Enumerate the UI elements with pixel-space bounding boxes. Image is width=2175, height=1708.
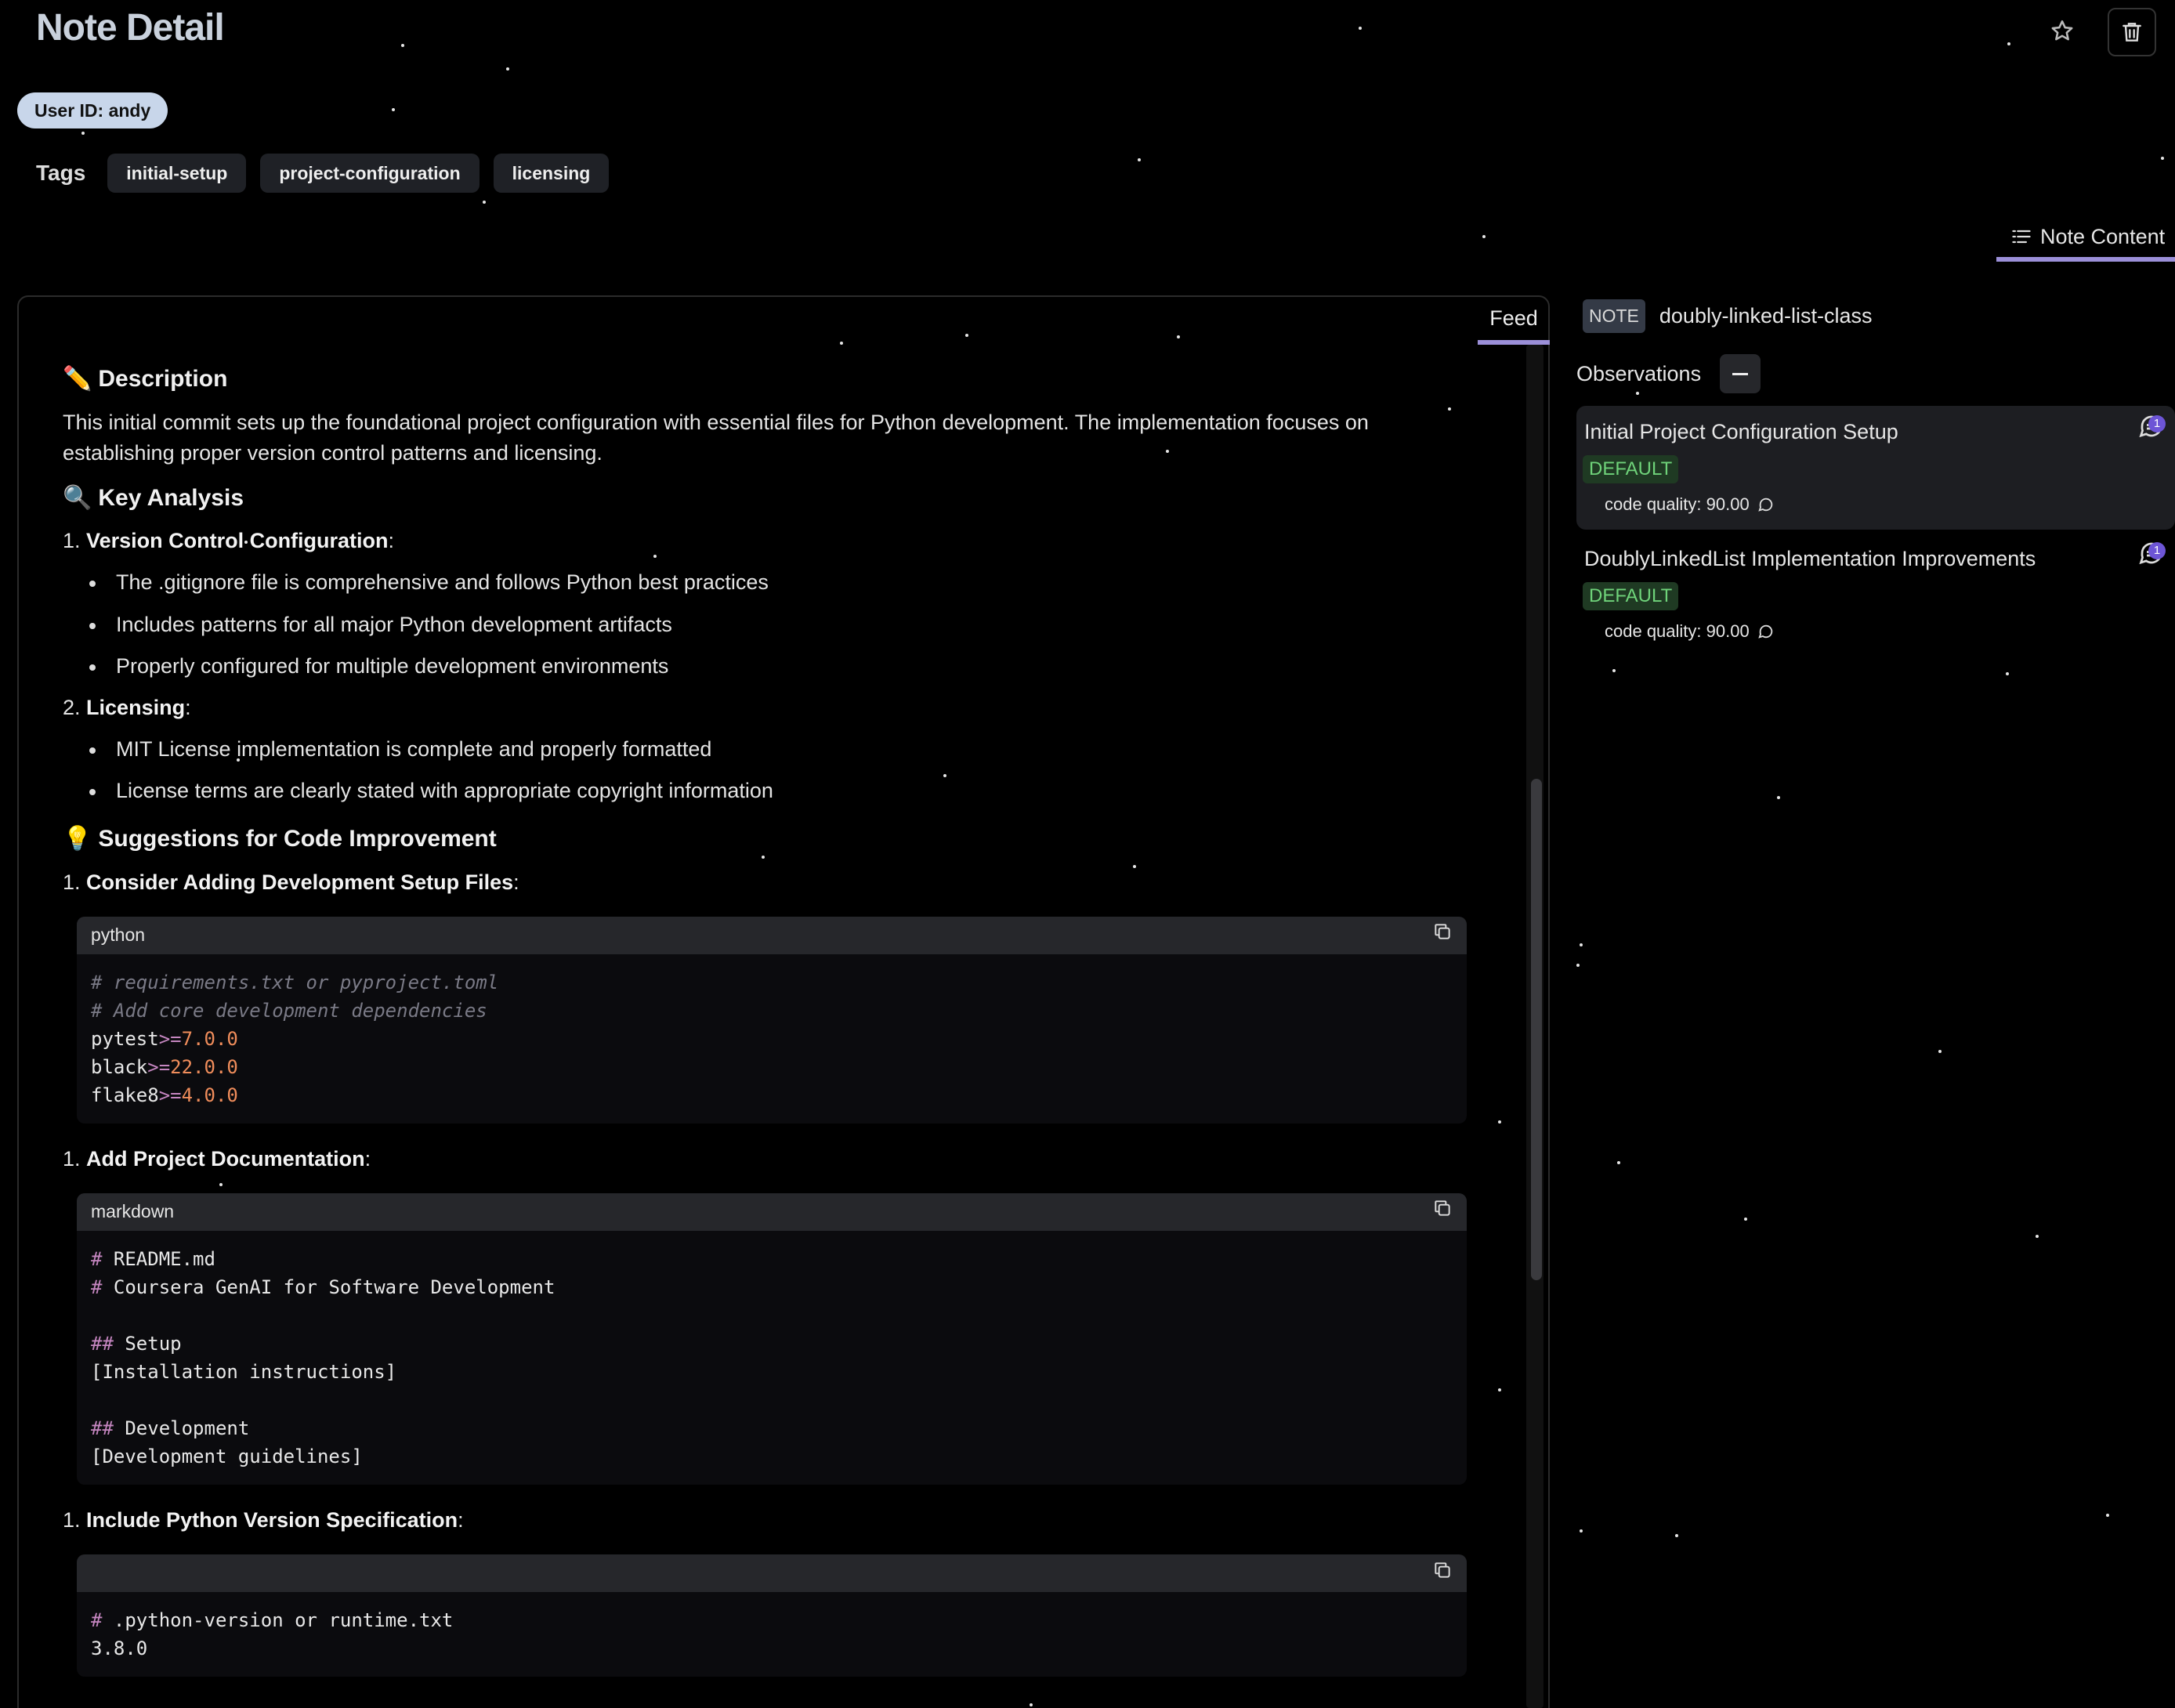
list-item: Includes patterns for all major Python d…: [63, 610, 1465, 640]
tab-note-content-label: Note Content: [2040, 224, 2166, 248]
tab-note-content[interactable]: Note Content: [1996, 216, 2175, 262]
note-name: doubly-linked-list-class: [1659, 304, 1873, 327]
tag-chip[interactable]: initial-setup: [107, 154, 247, 193]
code-line: pytest>=7.0.0: [91, 1027, 238, 1050]
suggestion-item: 1. Add Project Documentation:: [63, 1146, 371, 1171]
status-badge: DEFAULT: [1583, 455, 1679, 483]
feed-scrollbar-thumb[interactable]: [1531, 779, 1542, 1280]
magnifier-icon: 🔍: [63, 484, 92, 511]
tag-chip[interactable]: project-configuration: [260, 154, 480, 193]
copy-button[interactable]: [1432, 1560, 1453, 1587]
status-badge: DEFAULT: [1583, 582, 1679, 610]
comment-count-badge: 1: [2148, 415, 2166, 432]
suggestion-item: 1. Consider Adding Development Setup Fil…: [63, 870, 519, 894]
copy-icon: [1435, 1200, 1450, 1217]
minus-icon: [1732, 372, 1749, 375]
metric-text: code quality: 90.00: [1605, 621, 1750, 641]
lightbulb-icon: 💡: [63, 826, 92, 852]
copy-button[interactable]: [1432, 921, 1453, 949]
trash-icon: [2123, 23, 2141, 42]
code-line: black>=22.0.0: [91, 1055, 238, 1078]
comments-button[interactable]: 1: [2137, 539, 2169, 570]
key-analysis-heading: 🔍 Key Analysis: [63, 481, 1465, 516]
note-chip: NOTE: [1583, 299, 1645, 333]
observations-label: Observations: [1576, 361, 1702, 385]
code-header: [77, 1554, 1467, 1593]
code-line: flake8>=4.0.0: [91, 1084, 238, 1106]
code-block: python # requirements.txt or pyproject.t…: [77, 916, 1467, 1124]
metric-text: code quality: 90.00: [1605, 494, 1750, 514]
copy-button[interactable]: [1432, 1198, 1453, 1225]
list-item: MIT License implementation is complete a…: [63, 734, 1465, 765]
note-header: NOTE doubly-linked-list-class: [1583, 299, 1873, 333]
code-body: # README.md # Coursera GenAI for Softwar…: [91, 1248, 556, 1468]
comment-count-badge: 1: [2148, 542, 2166, 559]
user-id-badge: User ID: andy: [17, 92, 168, 128]
analysis-item: 2. Licensing:: [63, 695, 191, 719]
code-body: # .python-version or runtime.txt 3.8.0: [91, 1609, 454, 1660]
code-body: # requirements.txt or pyproject.toml # A…: [91, 971, 499, 1106]
code-block: markdown # README.md # Coursera GenAI fo…: [77, 1193, 1467, 1485]
observations-header: Observations: [1576, 354, 1761, 393]
tags-label: Tags: [36, 161, 86, 185]
list-item: The .gitignore file is comprehensive and…: [63, 567, 1465, 598]
star-icon: [2051, 20, 2073, 41]
code-block: # .python-version or runtime.txt 3.8.0: [77, 1554, 1467, 1677]
comments-button[interactable]: 1: [2137, 412, 2169, 443]
analysis-bullets: The .gitignore file is comprehensive and…: [63, 567, 1465, 681]
comment-icon: [1758, 498, 1772, 512]
tag-chip[interactable]: licensing: [493, 154, 610, 193]
tab-feed[interactable]: Feed: [1478, 304, 1550, 345]
delete-button[interactable]: [2108, 8, 2156, 56]
suggestion-item: 1. Include Python Version Specification:: [63, 1508, 464, 1532]
code-header: markdown: [77, 1193, 1467, 1232]
code-header: python: [77, 916, 1467, 954]
list-item: License terms are clearly stated with ap…: [63, 776, 1465, 806]
copy-icon: [1435, 924, 1450, 939]
description-heading: ✏️ Description: [63, 362, 1465, 396]
collapse-observations-button[interactable]: [1720, 354, 1761, 393]
tags-row: Tags initial-setup project-configuration…: [36, 154, 610, 193]
analysis-bullets: MIT License implementation is complete a…: [63, 734, 1465, 806]
copy-icon: [1435, 1561, 1450, 1578]
suggestions-heading: 💡 Suggestions for Code Improvement: [63, 822, 1465, 856]
observation-title: DoublyLinkedList Implementation Improvem…: [1584, 547, 2036, 570]
metric-row: code quality: 90.00: [1605, 494, 2167, 515]
observation-card[interactable]: DoublyLinkedList Implementation Improvem…: [1576, 533, 2175, 657]
observation-title: Initial Project Configuration Setup: [1584, 420, 1898, 443]
list-icon: [2012, 230, 2031, 244]
feed-content: ✏️ Description This initial commit sets …: [63, 362, 1467, 1697]
description-text: This initial commit sets up the foundati…: [63, 410, 1369, 465]
observation-card[interactable]: Initial Project Configuration Setup DEFA…: [1576, 406, 2175, 530]
list-item: Properly configured for multiple develop…: [63, 651, 1465, 682]
favorite-button[interactable]: [2042, 11, 2083, 52]
page-title: Note Detail: [36, 7, 225, 49]
comment-icon: [1758, 624, 1772, 639]
code-language: python: [91, 925, 146, 946]
pencil-icon: ✏️: [63, 366, 92, 392]
code-language: markdown: [91, 1201, 175, 1222]
analysis-item: 1. Version Control Configuration:: [63, 529, 395, 553]
metric-row: code quality: 90.00: [1605, 621, 2167, 642]
